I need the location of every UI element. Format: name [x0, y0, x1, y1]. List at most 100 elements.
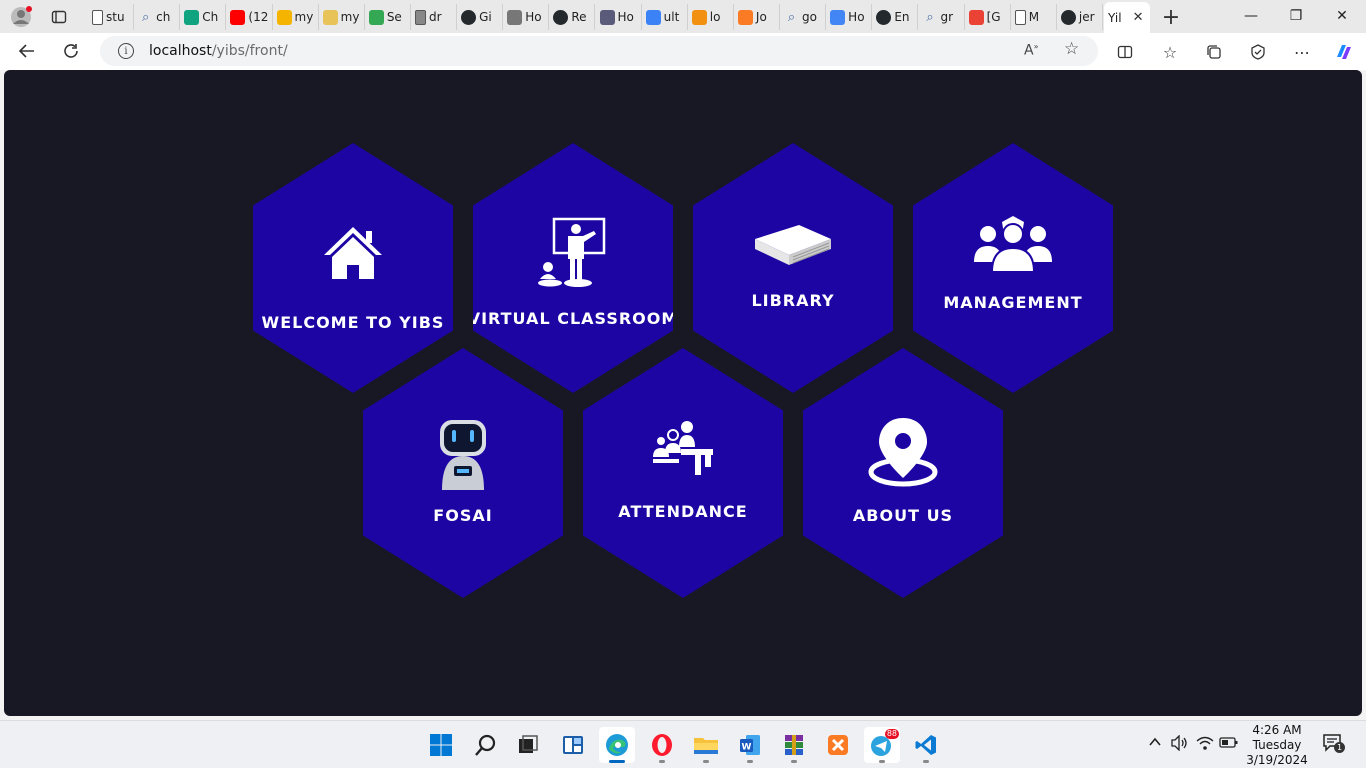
- file-explorer-icon[interactable]: [688, 727, 724, 763]
- show-hidden-icons-icon[interactable]: [1148, 735, 1162, 753]
- widgets-icon[interactable]: [555, 727, 591, 763]
- tab-12[interactable]: ult: [642, 4, 688, 30]
- app-icon: [645, 9, 661, 25]
- performance-icon[interactable]: [1246, 40, 1270, 64]
- running-indicator: [879, 760, 885, 763]
- tab-11[interactable]: Ho: [596, 4, 642, 30]
- tile-fosai[interactable]: FOSAI: [363, 348, 563, 598]
- tab-label: Ho: [525, 10, 542, 24]
- telegram-badge: 88: [884, 729, 899, 739]
- site-info-icon[interactable]: i: [118, 43, 134, 59]
- windows-start-icon[interactable]: [423, 727, 459, 763]
- tab-0[interactable]: stu: [88, 4, 135, 30]
- github-icon: [876, 9, 892, 25]
- search-icon: ⌕: [926, 9, 934, 25]
- task-view-icon[interactable]: [510, 727, 546, 763]
- tab-label: Ho: [617, 10, 634, 24]
- tab-label: dr: [428, 10, 442, 24]
- attendance-icon: [638, 418, 728, 478]
- volume-icon[interactable]: [1171, 734, 1189, 755]
- more-menu-icon[interactable]: ⋯: [1290, 40, 1314, 64]
- clock[interactable]: 4:26 AM Tuesday 3/19/2024: [1240, 723, 1314, 768]
- wifi-icon[interactable]: [1196, 735, 1214, 755]
- address-bar[interactable]: i localhost/yibs/front/: [100, 36, 1098, 66]
- xampp-icon[interactable]: [820, 727, 856, 763]
- tab-15[interactable]: ⌕ go: [780, 4, 827, 30]
- favorites-icon[interactable]: ☆: [1158, 40, 1182, 64]
- tab-actions-icon[interactable]: [44, 4, 74, 30]
- tile-label: ABOUT US: [852, 506, 954, 525]
- tab-active[interactable]: Yil ✕: [1104, 2, 1150, 33]
- notifications-icon[interactable]: 1: [1322, 733, 1345, 757]
- tab-8[interactable]: Gi: [457, 4, 504, 30]
- tab-7[interactable]: dr: [411, 4, 458, 30]
- tab-20[interactable]: M: [1011, 4, 1057, 30]
- favorite-star-icon[interactable]: ☆: [1064, 39, 1079, 59]
- browser-toolbar: i localhost/yibs/front/ A» ☆ ☆ ⋯: [0, 33, 1366, 70]
- copilot-icon[interactable]: [1332, 40, 1356, 64]
- github-icon: [461, 9, 477, 25]
- close-window-button[interactable]: ✕: [1320, 3, 1364, 29]
- youtube-icon: [230, 9, 246, 25]
- battery-icon[interactable]: [1219, 735, 1239, 753]
- page-icon: [1014, 9, 1026, 25]
- search-icon: ⌕: [787, 9, 796, 25]
- tile-about-us[interactable]: ABOUT US: [803, 348, 1003, 598]
- maximize-button[interactable]: ❐: [1274, 3, 1318, 29]
- split-screen-icon[interactable]: [1113, 40, 1137, 64]
- tab-label: gr: [940, 10, 954, 24]
- url-host: localhost: [149, 43, 212, 59]
- tab-18[interactable]: ⌕ gr: [918, 4, 965, 30]
- tab-label: En: [894, 10, 910, 24]
- github-icon: [1060, 9, 1076, 25]
- url-path: /yibs/front/: [211, 43, 288, 59]
- taskbar: W 88 4:26 AM Tuesday 3/19/2024 1: [0, 720, 1366, 768]
- tile-management[interactable]: MANAGEMENT: [913, 143, 1113, 393]
- tab-6[interactable]: Se: [365, 4, 411, 30]
- word-icon[interactable]: W: [732, 727, 768, 763]
- tab-label: [G: [986, 10, 1001, 24]
- edge-icon[interactable]: [599, 727, 635, 763]
- tab-9[interactable]: Ho: [503, 4, 550, 30]
- tab-label: lo: [709, 10, 721, 24]
- tab-21[interactable]: jer: [1057, 4, 1103, 30]
- tab-13[interactable]: lo: [688, 4, 734, 30]
- tab-17[interactable]: En: [872, 4, 919, 30]
- tab-19[interactable]: [G: [965, 4, 1011, 30]
- tab-4[interactable]: my: [273, 4, 319, 30]
- vscode-icon[interactable]: [908, 727, 944, 763]
- refresh-icon[interactable]: [56, 37, 86, 65]
- xampp-icon: [737, 9, 753, 25]
- tile-attendance[interactable]: ATTENDANCE: [583, 348, 783, 598]
- tile-label: VIRTUAL CLASSROOM: [467, 309, 679, 328]
- tab-label: jer: [1078, 10, 1095, 24]
- app-icon: [507, 9, 523, 25]
- back-icon[interactable]: [12, 37, 42, 65]
- tab-14[interactable]: Jo: [734, 4, 781, 30]
- tile-virtual-classroom[interactable]: VIRTUAL CLASSROOM: [473, 143, 673, 393]
- tab-3[interactable]: (12: [226, 4, 273, 30]
- tile-welcome[interactable]: WELCOME TO YIBS: [253, 143, 453, 393]
- folder-icon: [322, 9, 338, 25]
- tab-label: (12: [248, 10, 269, 24]
- tile-library[interactable]: LIBRARY: [693, 143, 893, 393]
- opera-icon[interactable]: [644, 727, 680, 763]
- tab-label: ch: [156, 10, 171, 24]
- profile-icon[interactable]: [6, 4, 36, 30]
- minimize-button[interactable]: —: [1229, 3, 1273, 29]
- new-tab-button[interactable]: +: [1156, 4, 1186, 30]
- winrar-icon[interactable]: [776, 727, 812, 763]
- tile-label: WELCOME TO YIBS: [261, 313, 445, 332]
- tab-1[interactable]: ⌕ ch: [134, 4, 181, 30]
- tab-16[interactable]: Ho: [826, 4, 873, 30]
- close-tab-icon[interactable]: ✕: [1133, 10, 1144, 25]
- search-icon[interactable]: [468, 727, 504, 763]
- tab-2[interactable]: Ch: [180, 4, 227, 30]
- tab-5[interactable]: my: [319, 4, 365, 30]
- tab-10[interactable]: Re: [549, 4, 596, 30]
- read-aloud-icon[interactable]: A»: [1024, 42, 1038, 59]
- collections-icon[interactable]: [1202, 40, 1226, 64]
- active-indicator: [609, 760, 625, 763]
- drive-icon: [830, 9, 846, 25]
- telegram-icon[interactable]: 88: [864, 727, 900, 763]
